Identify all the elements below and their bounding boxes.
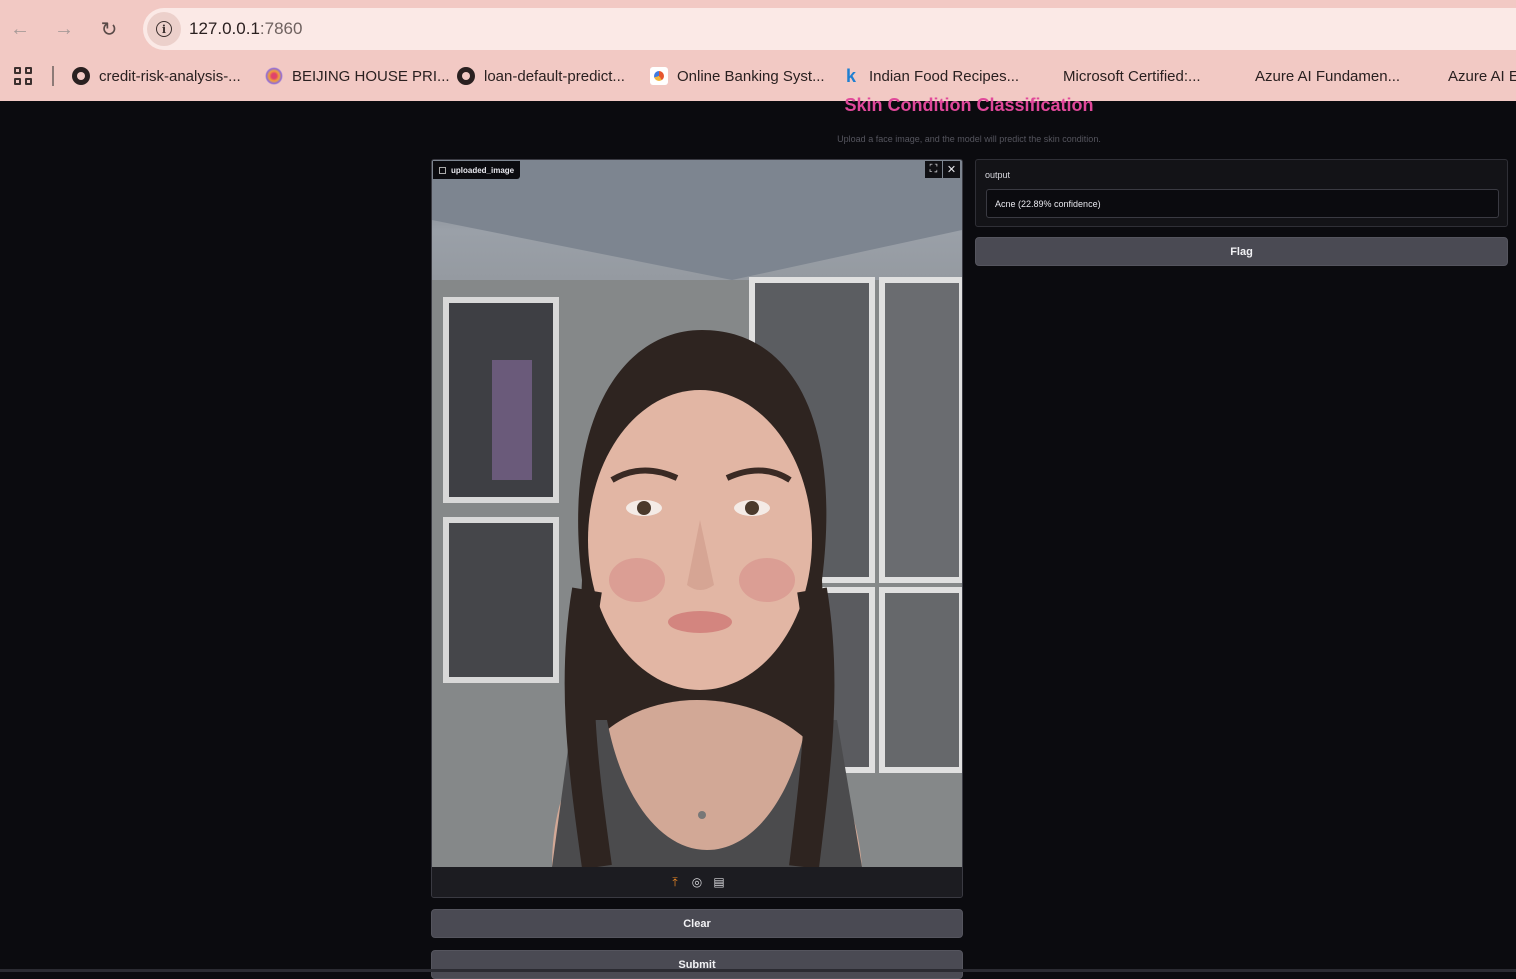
bookmark-label: Online Banking Syst... — [677, 67, 825, 85]
browser-chrome: ← → ↻ i 127.0.0.1:7860 credit-risk-analy… — [0, 0, 1516, 101]
output-textbox[interactable]: Acne (22.89% confidence) — [986, 189, 1499, 218]
uploaded-photo — [432, 160, 962, 867]
github-icon — [72, 67, 90, 85]
image-source-bar: ⤒ ◎ ▤ — [432, 867, 962, 897]
bookmarks-bar: credit-risk-analysis-... BEIJING HOUSE P… — [0, 58, 1516, 94]
bookmark-item[interactable]: Azure AI E — [1420, 64, 1516, 88]
bookmark-label: Azure AI Fundamen... — [1255, 67, 1401, 85]
close-icon[interactable]: ✕ — [943, 161, 960, 178]
apps-grid-icon[interactable] — [14, 67, 34, 87]
clipboard-icon[interactable]: ▤ — [712, 875, 726, 889]
bookmark-item[interactable]: Microsoft Certified:... — [1035, 64, 1201, 88]
flag-button[interactable]: Flag — [975, 237, 1508, 266]
clear-button[interactable]: Clear — [431, 909, 963, 938]
bookmark-label: loan-default-predict... — [484, 67, 625, 85]
upload-icon[interactable]: ⤒ — [668, 875, 682, 890]
page-subtitle: Upload a face image, and the model will … — [837, 134, 1101, 144]
image-tools: ⛶ ✕ — [925, 161, 960, 178]
address-bar[interactable]: i 127.0.0.1:7860 — [143, 8, 1516, 50]
app-page: Skin Condition Classification Upload a f… — [0, 95, 1516, 979]
image-input-label: uploaded_image — [433, 161, 521, 179]
fullscreen-icon[interactable]: ⛶ — [925, 161, 942, 178]
webcam-icon[interactable]: ◎ — [690, 875, 704, 889]
bookmarks-divider — [52, 66, 54, 86]
bookmark-label: BEIJING HOUSE PRI... — [292, 67, 450, 85]
image-icon — [439, 166, 446, 174]
forward-button[interactable]: → — [49, 14, 79, 44]
microsoft-icon — [1420, 67, 1439, 86]
bookmark-label: Indian Food Recipes... — [869, 67, 1020, 85]
bookmark-item[interactable]: credit-risk-analysis-... — [72, 64, 241, 88]
submit-button[interactable]: Submit — [431, 950, 963, 979]
bookmark-item[interactable]: k Indian Food Recipes... — [842, 64, 1019, 88]
github-icon — [457, 67, 475, 85]
back-button[interactable]: ← — [5, 14, 35, 44]
url-text: 127.0.0.1:7860 — [189, 19, 302, 39]
chart-icon — [650, 67, 668, 85]
bookmark-item[interactable]: BEIJING HOUSE PRI... — [265, 64, 450, 88]
url-host: 127.0.0.1 — [189, 19, 260, 38]
browser-toolbar: ← → ↻ i 127.0.0.1:7860 — [0, 8, 1516, 50]
reload-button[interactable]: ↻ — [94, 14, 124, 44]
output-label: output — [985, 170, 1011, 180]
output-panel: output Acne (22.89% confidence) — [975, 159, 1508, 227]
bookmark-item[interactable]: Azure AI Fundamen... — [1227, 64, 1400, 88]
url-port: :7860 — [259, 19, 303, 38]
bookmark-label: Microsoft Certified:... — [1063, 67, 1201, 85]
site-info-icon[interactable]: i — [147, 12, 181, 46]
image-input[interactable]: uploaded_image ⛶ ✕ ⤒ ◎ ▤ — [431, 159, 963, 898]
dots-icon — [265, 67, 283, 85]
microsoft-icon — [1035, 67, 1054, 86]
bookmark-label: Azure AI E — [1448, 67, 1516, 85]
bookmark-label: credit-risk-analysis-... — [99, 67, 241, 85]
page-title: Skin Condition Classification — [844, 95, 1094, 115]
bookmark-item[interactable]: loan-default-predict... — [457, 64, 625, 88]
image-label-text: uploaded_image — [451, 165, 515, 175]
microsoft-icon — [1227, 67, 1246, 86]
bookmark-item[interactable]: Online Banking Syst... — [650, 64, 825, 88]
kaggle-icon: k — [845, 65, 856, 86]
